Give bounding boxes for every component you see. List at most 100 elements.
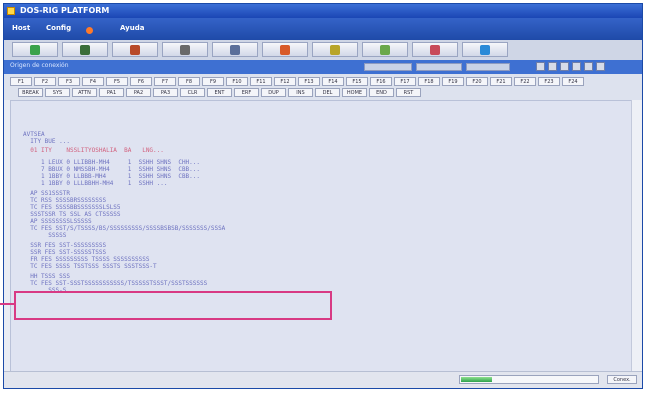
function-key-panel: F1 F2 F3 F4 F5 F6 F7 F8 F9 F10 F11 F12 F13 F14 F15 F16 F… bbox=[4, 74, 642, 100]
function-key[interactable]: F20 bbox=[466, 77, 488, 86]
window-icon[interactable] bbox=[596, 62, 605, 71]
menu-bar: Host Config Ayuda bbox=[4, 18, 642, 40]
toolbar-button-clipboard[interactable] bbox=[412, 42, 458, 57]
aid-key[interactable]: RST bbox=[396, 88, 421, 97]
menu-host[interactable]: Host bbox=[12, 24, 30, 32]
function-key[interactable]: F8 bbox=[178, 77, 200, 86]
window-icon[interactable] bbox=[536, 62, 545, 71]
aid-key[interactable]: SYS bbox=[45, 88, 70, 97]
terminal-line: AVTSEA bbox=[23, 131, 45, 138]
toolbar-button-document[interactable] bbox=[262, 42, 308, 57]
function-key[interactable]: F5 bbox=[106, 77, 128, 86]
tools-icon bbox=[180, 45, 190, 55]
function-key[interactable]: F21 bbox=[490, 77, 512, 86]
terminal-line: SSSTSSR TS SSL AS CTSSSSS bbox=[23, 211, 121, 218]
toolbar-button-printer[interactable] bbox=[212, 42, 258, 57]
terminal-line: ITY BUE ... bbox=[23, 138, 70, 145]
window-icon[interactable] bbox=[572, 62, 581, 71]
terminal-line: AP SSSSSSSSLSSSSS bbox=[23, 218, 92, 225]
aid-key[interactable]: ENT bbox=[207, 88, 232, 97]
session-tab-1[interactable] bbox=[364, 63, 412, 71]
clipboard-icon bbox=[430, 45, 440, 55]
terminal-line: TC FES SSSSBBSSSSSSSLSLS5 bbox=[23, 204, 121, 211]
function-key[interactable]: F12 bbox=[274, 77, 296, 86]
toolbar-button-tools[interactable] bbox=[162, 42, 208, 57]
aid-key[interactable]: PA2 bbox=[126, 88, 151, 97]
function-key[interactable]: F14 bbox=[322, 77, 344, 86]
highlight-box bbox=[14, 291, 332, 320]
config-status-icon bbox=[86, 27, 93, 34]
aid-key[interactable]: HOME bbox=[342, 88, 367, 97]
aid-key[interactable]: CLR bbox=[180, 88, 205, 97]
function-key[interactable]: F13 bbox=[298, 77, 320, 86]
toolbar-button-green-square[interactable] bbox=[12, 42, 58, 57]
connection-progress-bar bbox=[459, 375, 599, 384]
aid-key[interactable]: INS bbox=[288, 88, 313, 97]
function-key[interactable]: F10 bbox=[226, 77, 248, 86]
puzzle-icon bbox=[80, 45, 90, 55]
progress-fill bbox=[461, 377, 492, 382]
chart-icon bbox=[380, 45, 390, 55]
menu-config[interactable]: Config bbox=[46, 24, 71, 32]
terminal-line: 01 ITY NSSLITYOSHALIA BA LNG... bbox=[23, 147, 164, 154]
function-key[interactable]: F24 bbox=[562, 77, 584, 86]
aid-key[interactable]: ATTN bbox=[72, 88, 97, 97]
aid-key[interactable]: PA1 bbox=[99, 88, 124, 97]
terminal-line: TC FES SSSS TSSTSSS SSSTS SSSTSSS-T bbox=[23, 263, 157, 270]
function-key[interactable]: F6 bbox=[130, 77, 152, 86]
terminal-line: SSR FES SST-SSSSSSSSS bbox=[23, 242, 107, 249]
function-key[interactable]: F18 bbox=[418, 77, 440, 86]
function-key[interactable]: F19 bbox=[442, 77, 464, 86]
aid-key[interactable]: BREAK bbox=[18, 88, 43, 97]
terminal-line: HH TSSS SSS bbox=[23, 273, 70, 280]
window-icon[interactable] bbox=[584, 62, 593, 71]
function-key[interactable]: F7 bbox=[154, 77, 176, 86]
vertical-scrollbar[interactable] bbox=[631, 100, 642, 372]
function-key[interactable]: F3 bbox=[58, 77, 80, 86]
function-key[interactable]: F1 bbox=[10, 77, 32, 86]
terminal-screen[interactable]: AVTSEA ITY BUE ... 01 ITY NSSLITYOSHALIA… bbox=[10, 100, 632, 372]
pencil-icon bbox=[330, 45, 340, 55]
function-key[interactable]: F11 bbox=[250, 77, 272, 86]
globe-icon bbox=[480, 45, 490, 55]
aid-key[interactable]: DUP bbox=[261, 88, 286, 97]
terminal-line: AP SS1SSSTR bbox=[23, 190, 70, 197]
terminal-line: FR FES SSSSSSSSS TSSSS SSSSSSSSSS bbox=[23, 256, 150, 263]
connection-bar: Origen de conexión bbox=[4, 60, 642, 74]
function-key[interactable]: F17 bbox=[394, 77, 416, 86]
callout-line bbox=[0, 303, 15, 305]
session-tab-3[interactable] bbox=[466, 63, 510, 71]
function-key[interactable]: F16 bbox=[370, 77, 392, 86]
title-bar: DOS-RIG PLATFORM bbox=[4, 4, 642, 18]
printer-icon bbox=[230, 45, 240, 55]
toolbar-button-globe[interactable] bbox=[462, 42, 508, 57]
aid-key[interactable]: END bbox=[369, 88, 394, 97]
function-key[interactable]: F15 bbox=[346, 77, 368, 86]
terminal-line: SSR FES SST-SSSSSTSSS bbox=[23, 249, 107, 256]
aid-key[interactable]: DEL bbox=[315, 88, 340, 97]
toolbar-button-person[interactable] bbox=[112, 42, 158, 57]
window-title: DOS-RIG PLATFORM bbox=[20, 6, 110, 15]
terminal-line: TC FES SST/S/TSSSS/BS/SSSSSSSSS/SSSSBSBS… bbox=[23, 225, 226, 232]
toolbar-button-chart[interactable] bbox=[362, 42, 408, 57]
terminal-window: DOS-RIG PLATFORM Host Config Ayuda Orige… bbox=[3, 3, 643, 389]
terminal-line: 7 BBUX 0 NMSSBH-MH4 1 SSHH SHNS CBB... bbox=[23, 166, 201, 173]
terminal-line: 1 LEUX 0 LLIBBH-MH4 1 SSHH SHNS CHH... bbox=[23, 159, 201, 166]
function-key[interactable]: F22 bbox=[514, 77, 536, 86]
green-square-icon bbox=[30, 45, 40, 55]
toolbar-button-pencil[interactable] bbox=[312, 42, 358, 57]
function-key[interactable]: F2 bbox=[34, 77, 56, 86]
aid-key[interactable]: ERF bbox=[234, 88, 259, 97]
window-icon[interactable] bbox=[548, 62, 557, 71]
aid-key[interactable]: PA3 bbox=[153, 88, 178, 97]
menu-help[interactable]: Ayuda bbox=[120, 24, 144, 32]
function-key[interactable]: F9 bbox=[202, 77, 224, 86]
function-key[interactable]: F4 bbox=[82, 77, 104, 86]
function-key[interactable]: F23 bbox=[538, 77, 560, 86]
terminal-line: 1 1BBY 0 LLBBB-MH4 1 SSHH SHNS CBB... bbox=[23, 173, 201, 180]
toolbar-button-puzzle[interactable] bbox=[62, 42, 108, 57]
status-button[interactable]: Conex. bbox=[607, 375, 637, 384]
window-icon[interactable] bbox=[560, 62, 569, 71]
terminal-line: TC FES SST-SSSTSSSSSSSSSSS/TSSSSSTSSST/S… bbox=[23, 280, 208, 287]
session-tab-2[interactable] bbox=[416, 63, 462, 71]
